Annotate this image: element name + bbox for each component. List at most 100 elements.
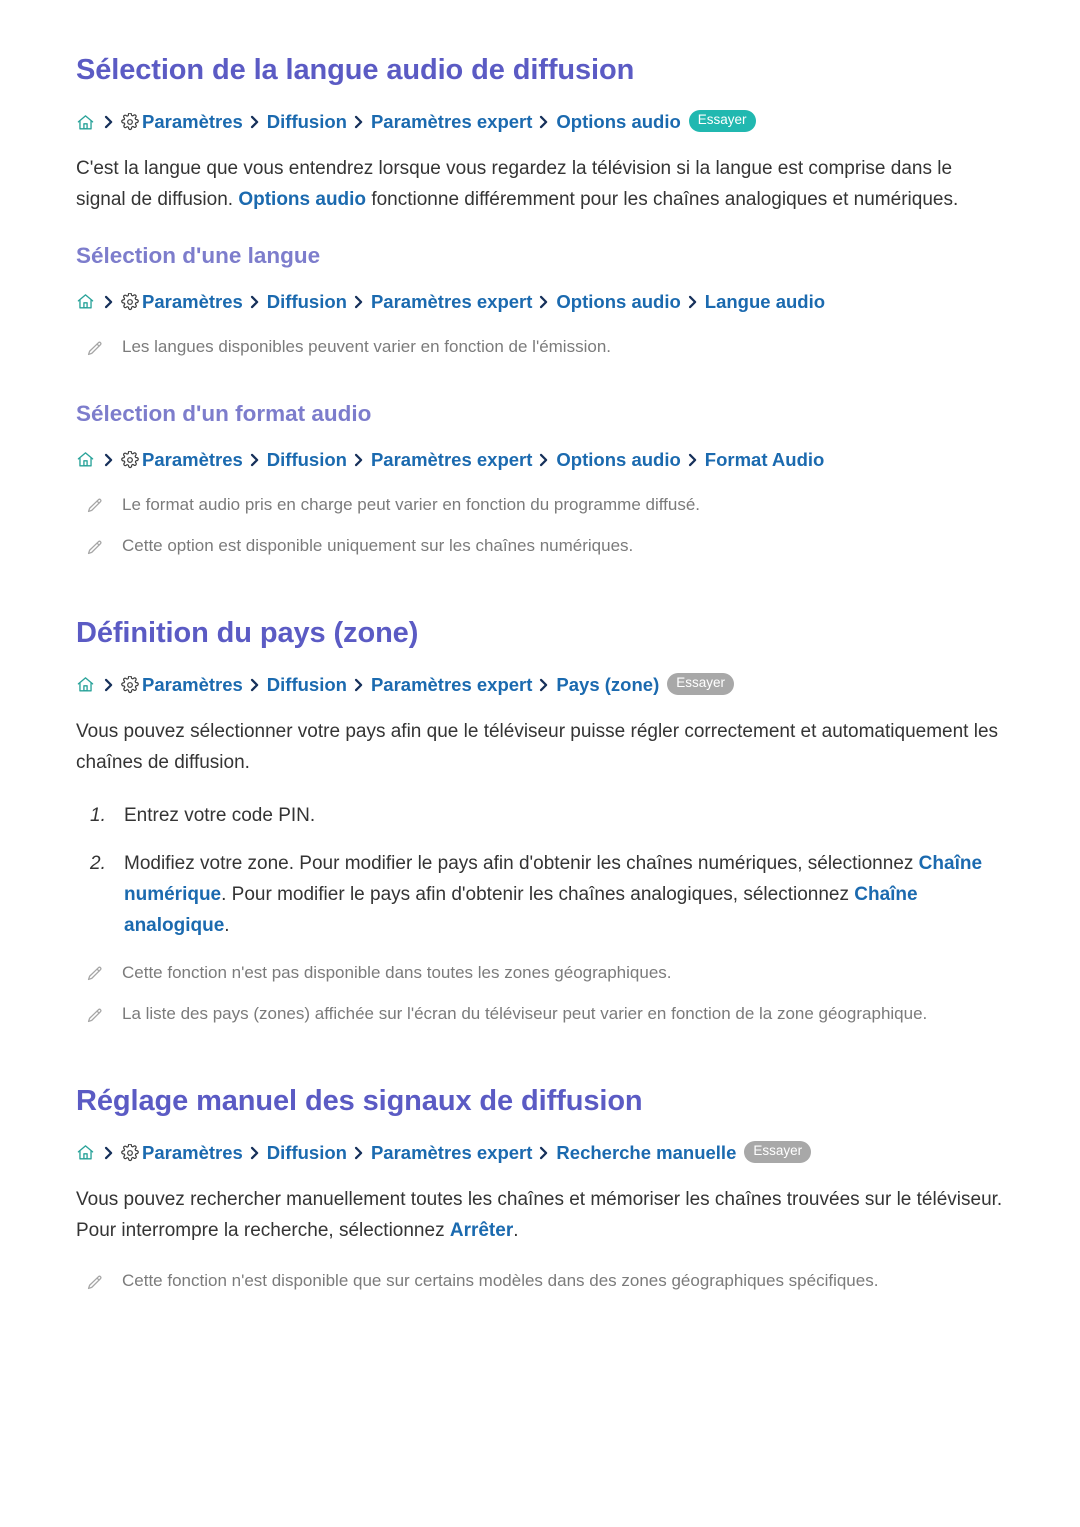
home-icon[interactable] bbox=[76, 675, 95, 694]
breadcrumb-item-diffusion[interactable]: Diffusion bbox=[267, 673, 347, 697]
step-number: 1. bbox=[90, 804, 106, 826]
pencil-icon bbox=[84, 1004, 104, 1026]
subsection-title-selection-langue: Sélection d'une langue bbox=[76, 242, 321, 268]
pencil-icon bbox=[84, 963, 104, 985]
note-text: La liste des pays (zones) affichée sur l… bbox=[122, 1004, 928, 1024]
note-item: Cette option est disponible uniquement s… bbox=[76, 533, 1004, 559]
breadcrumb-item-langue-audio[interactable]: Langue audio bbox=[705, 290, 825, 314]
try-now-badge[interactable]: Essayer bbox=[688, 110, 756, 133]
chevron-right-icon bbox=[538, 678, 549, 692]
breadcrumb-item-parametres[interactable]: Paramètres bbox=[142, 290, 243, 314]
chevron-right-icon bbox=[353, 115, 364, 129]
breadcrumb-item-parametres-expert[interactable]: Paramètres expert bbox=[371, 1141, 532, 1165]
breadcrumb-item-options-audio[interactable]: Options audio bbox=[556, 448, 680, 472]
step-text-part: Modifiez votre zone. Pour modifier le pa… bbox=[124, 853, 919, 875]
document-page: Sélection de la langue audio de diffusio… bbox=[0, 0, 1080, 1527]
breadcrumb-item-diffusion[interactable]: Diffusion bbox=[267, 1141, 347, 1165]
breadcrumb-item-options-audio[interactable]: Options audio bbox=[556, 290, 680, 314]
breadcrumb-item-recherche-manuelle[interactable]: Recherche manuelle bbox=[556, 1141, 736, 1165]
gear-icon[interactable] bbox=[121, 675, 139, 694]
gear-icon[interactable] bbox=[121, 450, 139, 469]
note-text: Cette fonction n'est pas disponible dans… bbox=[122, 962, 672, 982]
note-item: Le format audio pris en charge peut vari… bbox=[76, 492, 1004, 518]
section-title-reglage-manuel: Réglage manuel des signaux de diffusion bbox=[76, 1084, 643, 1117]
note-text: Cette fonction n'est disponible que sur … bbox=[122, 1271, 879, 1291]
pencil-icon bbox=[84, 495, 104, 517]
gear-icon[interactable] bbox=[121, 1143, 139, 1162]
breadcrumb-item-format-audio[interactable]: Format Audio bbox=[705, 448, 825, 472]
step-number: 2. bbox=[90, 853, 106, 875]
list-item: 2. Modifiez votre zone. Pour modifier le… bbox=[76, 849, 1004, 941]
chevron-right-icon bbox=[538, 295, 549, 309]
breadcrumb-item-parametres-expert[interactable]: Paramètres expert bbox=[371, 110, 532, 134]
chevron-right-icon bbox=[103, 453, 114, 467]
breadcrumb-item-pays-zone[interactable]: Pays (zone) bbox=[556, 673, 659, 697]
step-text-part: . Pour modifier le pays afin d'obtenir l… bbox=[221, 884, 855, 906]
breadcrumb-item-diffusion[interactable]: Diffusion bbox=[267, 448, 347, 472]
steps-list: 1. Entrez votre code PIN. 2. Modifiez vo… bbox=[76, 801, 1004, 942]
section-title-definition-pays: Définition du pays (zone) bbox=[76, 616, 419, 649]
list-item: 1. Entrez votre code PIN. bbox=[76, 801, 1004, 832]
chevron-right-icon bbox=[103, 1146, 114, 1160]
note-text: Cette option est disponible uniquement s… bbox=[122, 536, 634, 556]
home-icon[interactable] bbox=[76, 450, 95, 469]
breadcrumb-item-parametres-expert[interactable]: Paramètres expert bbox=[371, 290, 532, 314]
chevron-right-icon bbox=[353, 453, 364, 467]
breadcrumb-item-diffusion[interactable]: Diffusion bbox=[267, 290, 347, 314]
step-text-part: . bbox=[224, 914, 230, 936]
chevron-right-icon bbox=[249, 115, 260, 129]
chevron-right-icon bbox=[538, 453, 549, 467]
chevron-right-icon bbox=[249, 295, 260, 309]
breadcrumb-item-parametres[interactable]: Paramètres bbox=[142, 1141, 243, 1165]
home-icon[interactable] bbox=[76, 1143, 95, 1162]
breadcrumb-item-diffusion[interactable]: Diffusion bbox=[267, 110, 347, 134]
breadcrumb: Paramètres Diffusion Paramètres expert P… bbox=[76, 673, 1004, 697]
note-item: Cette fonction n'est disponible que sur … bbox=[76, 1268, 1004, 1294]
breadcrumb-item-parametres-expert[interactable]: Paramètres expert bbox=[371, 448, 532, 472]
breadcrumb: Paramètres Diffusion Paramètres expert O… bbox=[76, 290, 1004, 314]
try-now-badge[interactable]: Essayer bbox=[744, 1140, 812, 1163]
home-icon[interactable] bbox=[76, 292, 95, 311]
breadcrumb-item-options-audio[interactable]: Options audio bbox=[556, 110, 680, 134]
section-paragraph: Vous pouvez rechercher manuellement tout… bbox=[76, 1185, 1004, 1247]
gear-icon[interactable] bbox=[121, 292, 139, 311]
breadcrumb: Paramètres Diffusion Paramètres expert O… bbox=[76, 448, 1004, 472]
breadcrumb: Paramètres Diffusion Paramètres expert O… bbox=[76, 110, 1004, 134]
chevron-right-icon bbox=[687, 453, 698, 467]
paragraph-text-part: . bbox=[513, 1219, 519, 1241]
note-item: Les langues disponibles peuvent varier e… bbox=[76, 334, 1004, 360]
try-now-badge[interactable]: Essayer bbox=[667, 673, 735, 695]
chevron-right-icon bbox=[538, 1146, 549, 1160]
paragraph-text-part: Vous pouvez rechercher manuellement tout… bbox=[76, 1188, 1003, 1241]
chevron-right-icon bbox=[538, 115, 549, 129]
breadcrumb-item-parametres[interactable]: Paramètres bbox=[142, 673, 243, 697]
chevron-right-icon bbox=[103, 115, 114, 129]
subsection-title-format-audio: Sélection d'un format audio bbox=[76, 400, 372, 426]
chevron-right-icon bbox=[103, 295, 114, 309]
home-icon[interactable] bbox=[76, 113, 95, 132]
note-item: Cette fonction n'est pas disponible dans… bbox=[76, 960, 1004, 986]
page-title: Sélection de la langue audio de diffusio… bbox=[76, 54, 635, 86]
inline-link-options-audio[interactable]: Options audio bbox=[238, 189, 366, 210]
chevron-right-icon bbox=[687, 295, 698, 309]
pencil-icon bbox=[84, 337, 104, 359]
note-text: Les langues disponibles peuvent varier e… bbox=[122, 337, 611, 356]
section-paragraph: Vous pouvez sélectionner votre pays afin… bbox=[76, 720, 999, 773]
step-text: Entrez votre code PIN. bbox=[124, 804, 316, 826]
step-text: Modifiez votre zone. Pour modifier le pa… bbox=[124, 849, 1004, 941]
chevron-right-icon bbox=[249, 678, 260, 692]
chevron-right-icon bbox=[249, 1146, 260, 1160]
chevron-right-icon bbox=[249, 453, 260, 467]
paragraph-text-part: fonctionne différemment pour les chaînes… bbox=[366, 189, 959, 211]
chevron-right-icon bbox=[353, 295, 364, 309]
breadcrumb-item-parametres-expert[interactable]: Paramètres expert bbox=[371, 673, 532, 697]
breadcrumb-item-parametres[interactable]: Paramètres bbox=[142, 448, 243, 472]
chevron-right-icon bbox=[353, 678, 364, 692]
note-item: La liste des pays (zones) affichée sur l… bbox=[76, 1001, 1004, 1027]
chevron-right-icon bbox=[103, 678, 114, 692]
pencil-icon bbox=[84, 536, 104, 558]
gear-icon[interactable] bbox=[121, 113, 139, 131]
pencil-icon bbox=[84, 1271, 104, 1293]
breadcrumb-item-parametres[interactable]: Paramètres bbox=[142, 110, 243, 134]
inline-link-arreter[interactable]: Arrêter bbox=[450, 1220, 513, 1241]
